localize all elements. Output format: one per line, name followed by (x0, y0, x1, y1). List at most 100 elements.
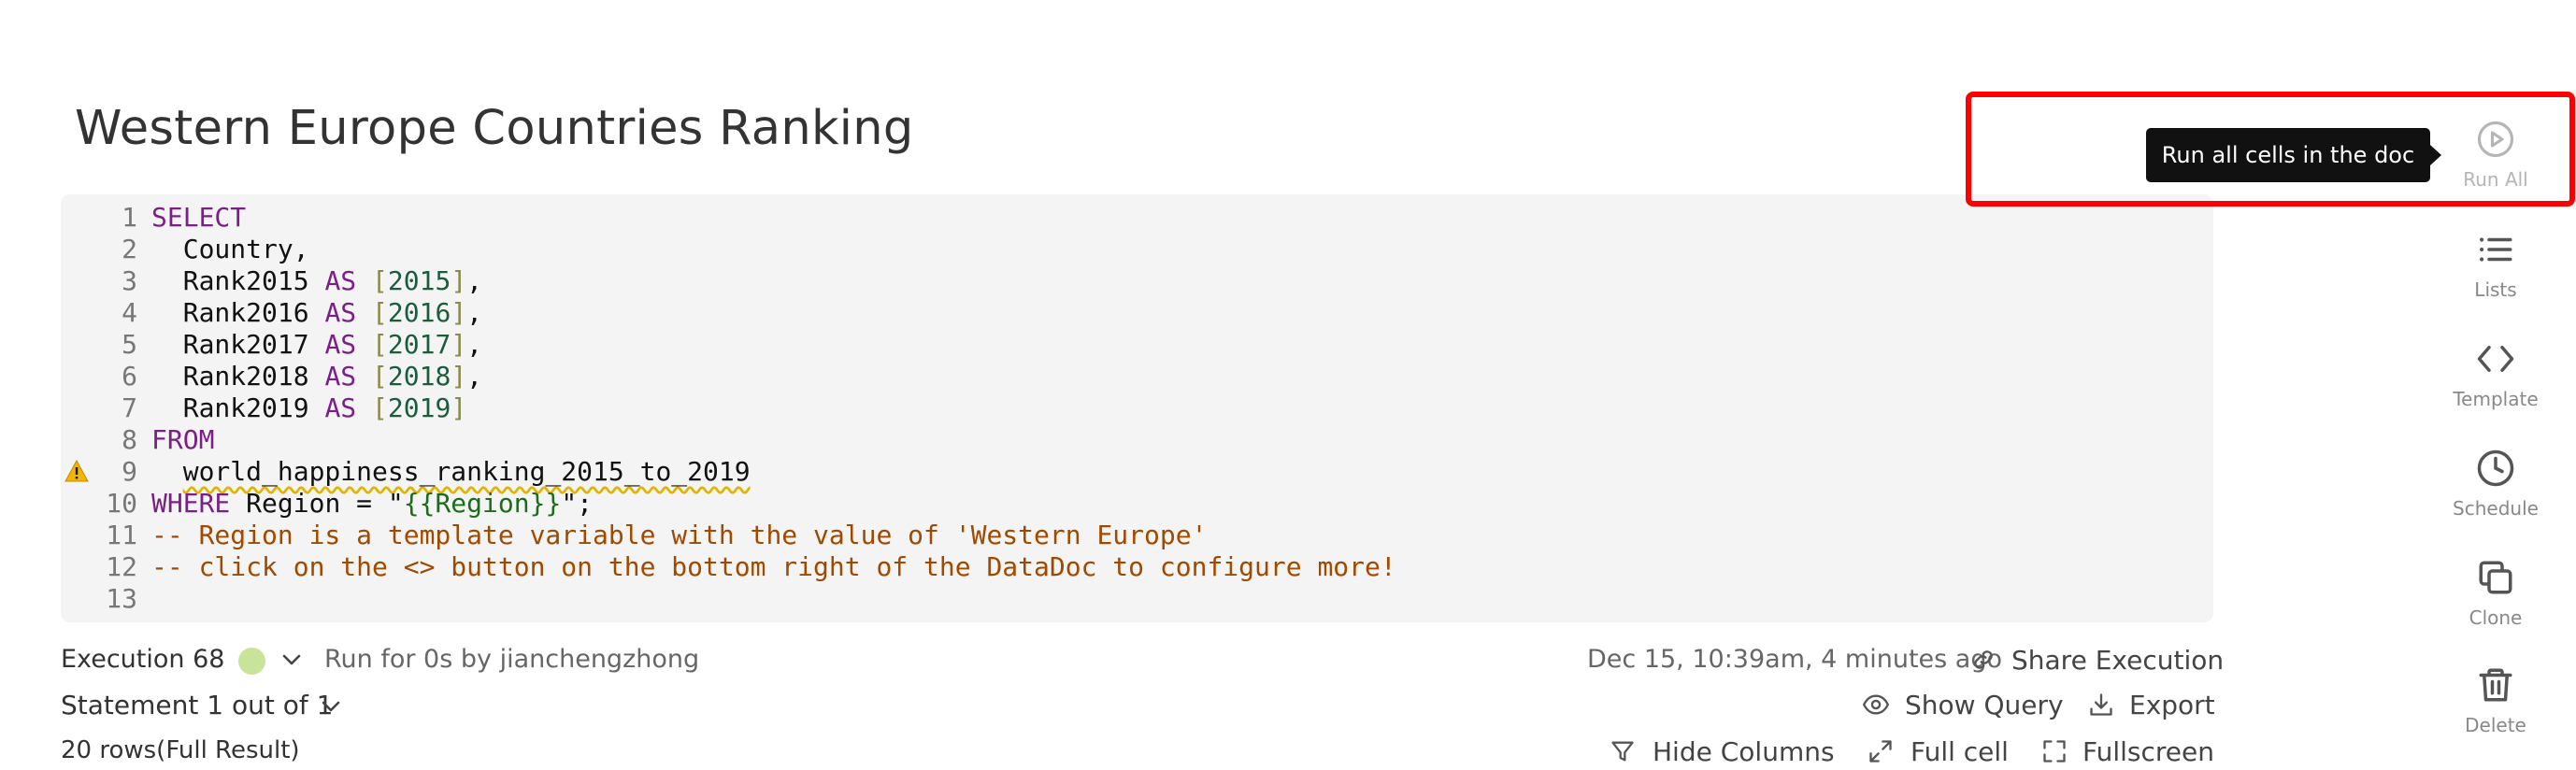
hide-columns-button[interactable]: Hide Columns (1610, 736, 1835, 770)
schedule-label: Schedule (2453, 497, 2539, 520)
code-text: Rank2018 AS [2018], (151, 361, 482, 392)
run-info: Run for 0s by jianchengzhong (324, 645, 700, 674)
fullscreen-button[interactable]: Fullscreen (2041, 736, 2214, 770)
line-number: 5 (122, 329, 137, 360)
query-editor[interactable]: 1 SELECT 2 Country, 3 Rank2015 AS [2015], 4 … (61, 194, 2213, 622)
code-line[interactable]: 8 FROM (61, 424, 2213, 456)
code-token: Rank2019 (151, 392, 325, 423)
line-number: 7 (122, 392, 137, 423)
code-line[interactable]: 9 world_happiness_ranking_2015_to_2019 (61, 456, 2213, 488)
code-text: SELECT (151, 202, 246, 234)
code-token: 2019 (387, 392, 451, 423)
code-token: , (466, 297, 483, 328)
highlight-box (1966, 92, 2575, 207)
code-token: -- click on the <> button on the bottom … (151, 551, 1396, 582)
statement-label: Statement 1 out of 1 (61, 690, 334, 720)
template-button[interactable]: Template (2449, 339, 2542, 412)
line-number: 13 (106, 583, 137, 614)
share-execution-label: Share Execution (2011, 645, 2225, 676)
code-text: -- click on the <> button on the bottom … (151, 551, 1396, 583)
show-query-button[interactable]: Show Query (1862, 690, 2064, 723)
code-line[interactable]: 7 Rank2019 AS [2019] (61, 392, 2213, 424)
code-text: Rank2015 AS [2015], (151, 265, 482, 297)
code-token: [ (372, 329, 388, 360)
line-number: 6 (122, 361, 137, 392)
line-number: 10 (106, 488, 137, 519)
code-token: AS (324, 392, 357, 423)
full-cell-label: Full cell (1911, 736, 2009, 767)
code-token: world_happiness_ranking_2015_to_2019 (182, 456, 751, 487)
code-token: [ (372, 265, 388, 296)
code-line[interactable]: 4 Rank2016 AS [2016], (61, 297, 2213, 329)
full-cell-button[interactable]: Full cell (1868, 736, 2036, 770)
line-number: 8 (122, 424, 137, 455)
clock-icon (2477, 449, 2514, 487)
code-line[interactable]: 11 -- Region is a template variable with … (61, 520, 2213, 551)
code-token: AS (324, 329, 357, 360)
schedule-button[interactable]: Schedule (2449, 449, 2542, 521)
code-token: Country, (151, 234, 309, 264)
code-token: 2016 (387, 297, 451, 328)
trash-icon (2479, 668, 2512, 702)
code-text: Country, (151, 234, 309, 265)
chevron-down-icon (322, 701, 340, 712)
line-number: 9 (122, 456, 137, 487)
list-icon (2480, 237, 2512, 262)
code-token: SELECT (151, 202, 247, 233)
line-number: 1 (122, 202, 137, 233)
link-icon (1974, 650, 1993, 669)
code-token: WHERE (151, 488, 231, 519)
export-button[interactable]: Export (2088, 690, 2215, 723)
code-token: AS (324, 297, 357, 328)
code-line[interactable]: 1 SELECT (61, 202, 2213, 234)
chevron-down-icon[interactable] (281, 652, 302, 667)
code-token: 2017 (387, 329, 451, 360)
code-token: ] (451, 297, 467, 328)
code-token: "; (561, 488, 594, 519)
code-token: Rank2017 (151, 329, 325, 360)
rows-label: 20 rows(Full Result) (61, 736, 300, 764)
code-line[interactable]: 2 Country, (61, 234, 2213, 265)
rows-count: 20 rows(Full Result) (61, 736, 341, 770)
code-line[interactable]: 12 -- click on the <> button on the botto… (61, 551, 2213, 583)
code-line[interactable]: 10 WHERE Region = "{{Region}}"; (61, 488, 2213, 520)
execution-label[interactable]: Execution 68 (61, 645, 224, 674)
code-token: [ (372, 361, 388, 392)
copy-icon (2479, 561, 2512, 594)
delete-label: Delete (2465, 714, 2526, 736)
code-token: , (466, 265, 483, 296)
code-token: , (466, 361, 483, 392)
code-token: 2015 (387, 265, 451, 296)
code-line[interactable]: 3 Rank2015 AS [2015], (61, 265, 2213, 297)
clone-button[interactable]: Clone (2449, 558, 2542, 631)
line-number: 3 (122, 265, 137, 296)
doc-title[interactable]: Western Europe Countries Ranking (75, 101, 914, 156)
code-text: Rank2017 AS [2017], (151, 329, 482, 361)
code-text: WHERE Region = "{{Region}}"; (151, 488, 593, 520)
delete-button[interactable]: Delete (2449, 665, 2542, 738)
expand-icon (1869, 740, 1892, 763)
code-line[interactable]: 13 (61, 583, 2213, 615)
code-token: ] (451, 329, 467, 360)
line-number: 2 (122, 234, 137, 264)
execution-timestamp: Dec 15, 10:39am, 4 minutes ago (1587, 645, 2003, 674)
statement-selector[interactable]: Statement 1 out of 1 (61, 690, 360, 723)
share-execution-button[interactable]: Share Execution (1970, 645, 2224, 678)
code-token: ] (451, 265, 467, 296)
lists-button[interactable]: Lists (2449, 230, 2542, 303)
code-token: 2018 (387, 361, 451, 392)
code-token: Rank2015 (151, 265, 325, 296)
code-token: AS (324, 265, 357, 296)
code-token: -- Region is a template variable with th… (151, 520, 1208, 550)
code-token: ] (451, 392, 467, 423)
code-token: {{Region}} (403, 488, 562, 519)
clone-label: Clone (2469, 606, 2523, 629)
code-line[interactable]: 6 Rank2018 AS [2018], (61, 361, 2213, 392)
filter-icon (1611, 741, 1634, 762)
code-line[interactable]: 5 Rank2017 AS [2017], (61, 329, 2213, 361)
